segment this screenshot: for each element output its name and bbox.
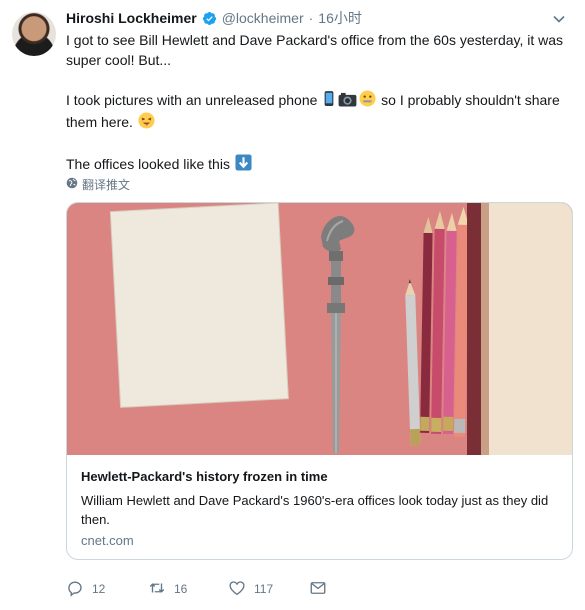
tweet-time[interactable]: 16小时 (318, 8, 362, 28)
author-handle[interactable]: @lockheimer (222, 10, 304, 26)
avatar[interactable] (12, 12, 56, 56)
header-separator: · (308, 10, 314, 26)
globe-icon (66, 177, 78, 192)
translate-tweet-link[interactable]: 翻译推文 (66, 175, 130, 193)
tweet: Hiroshi Lockheimer @lockheimer · 16小时 I … (0, 0, 585, 610)
card-title[interactable]: Hewlett-Packard's history frozen in time (81, 469, 328, 484)
reply-icon (66, 579, 84, 600)
tweet-header: Hiroshi Lockheimer @lockheimer · 16小时 (66, 9, 362, 27)
phone-emoji-icon (322, 90, 336, 112)
like-button[interactable]: 117 (228, 578, 273, 600)
card-photo (67, 203, 572, 455)
reply-count: 12 (92, 582, 106, 596)
tweet-line-2-prefix: I took pictures with an unreleased phone (66, 92, 318, 108)
tweet-text: I got to see Bill Hewlett and Dave Packa… (66, 30, 571, 176)
heart-icon (228, 579, 246, 600)
chevron-down-icon[interactable] (552, 12, 566, 26)
camera-emoji-icon (338, 92, 357, 112)
tweet-line-3: The offices looked like this (66, 154, 571, 176)
retweet-count: 16 (174, 582, 188, 596)
tweet-line-1: I got to see Bill Hewlett and Dave Packa… (66, 32, 564, 68)
author-name[interactable]: Hiroshi Lockheimer (66, 10, 197, 26)
card-description: William Hewlett and Dave Packard's 1960'… (81, 493, 549, 527)
tweet-line-2: I took pictures with an unreleased phone… (66, 90, 571, 134)
zipper-mouth-emoji-icon (359, 90, 376, 112)
retweet-button[interactable]: 16 (148, 578, 187, 600)
envelope-icon (309, 579, 327, 600)
like-count: 117 (254, 582, 274, 596)
down-arrow-emoji-icon (235, 154, 252, 176)
card-domain: cnet.com (81, 533, 134, 548)
direct-message-button[interactable] (309, 578, 327, 600)
card-image[interactable] (67, 203, 572, 455)
link-preview-card[interactable]: Hewlett-Packard's history frozen in time… (66, 202, 573, 560)
tongue-wink-emoji-icon (138, 112, 155, 134)
tweet-line-3-text: The offices looked like this (66, 156, 230, 172)
translate-label[interactable]: 翻译推文 (82, 176, 130, 193)
reply-button[interactable]: 12 (66, 578, 105, 600)
retweet-icon (148, 579, 166, 600)
verified-badge-icon (202, 11, 217, 26)
